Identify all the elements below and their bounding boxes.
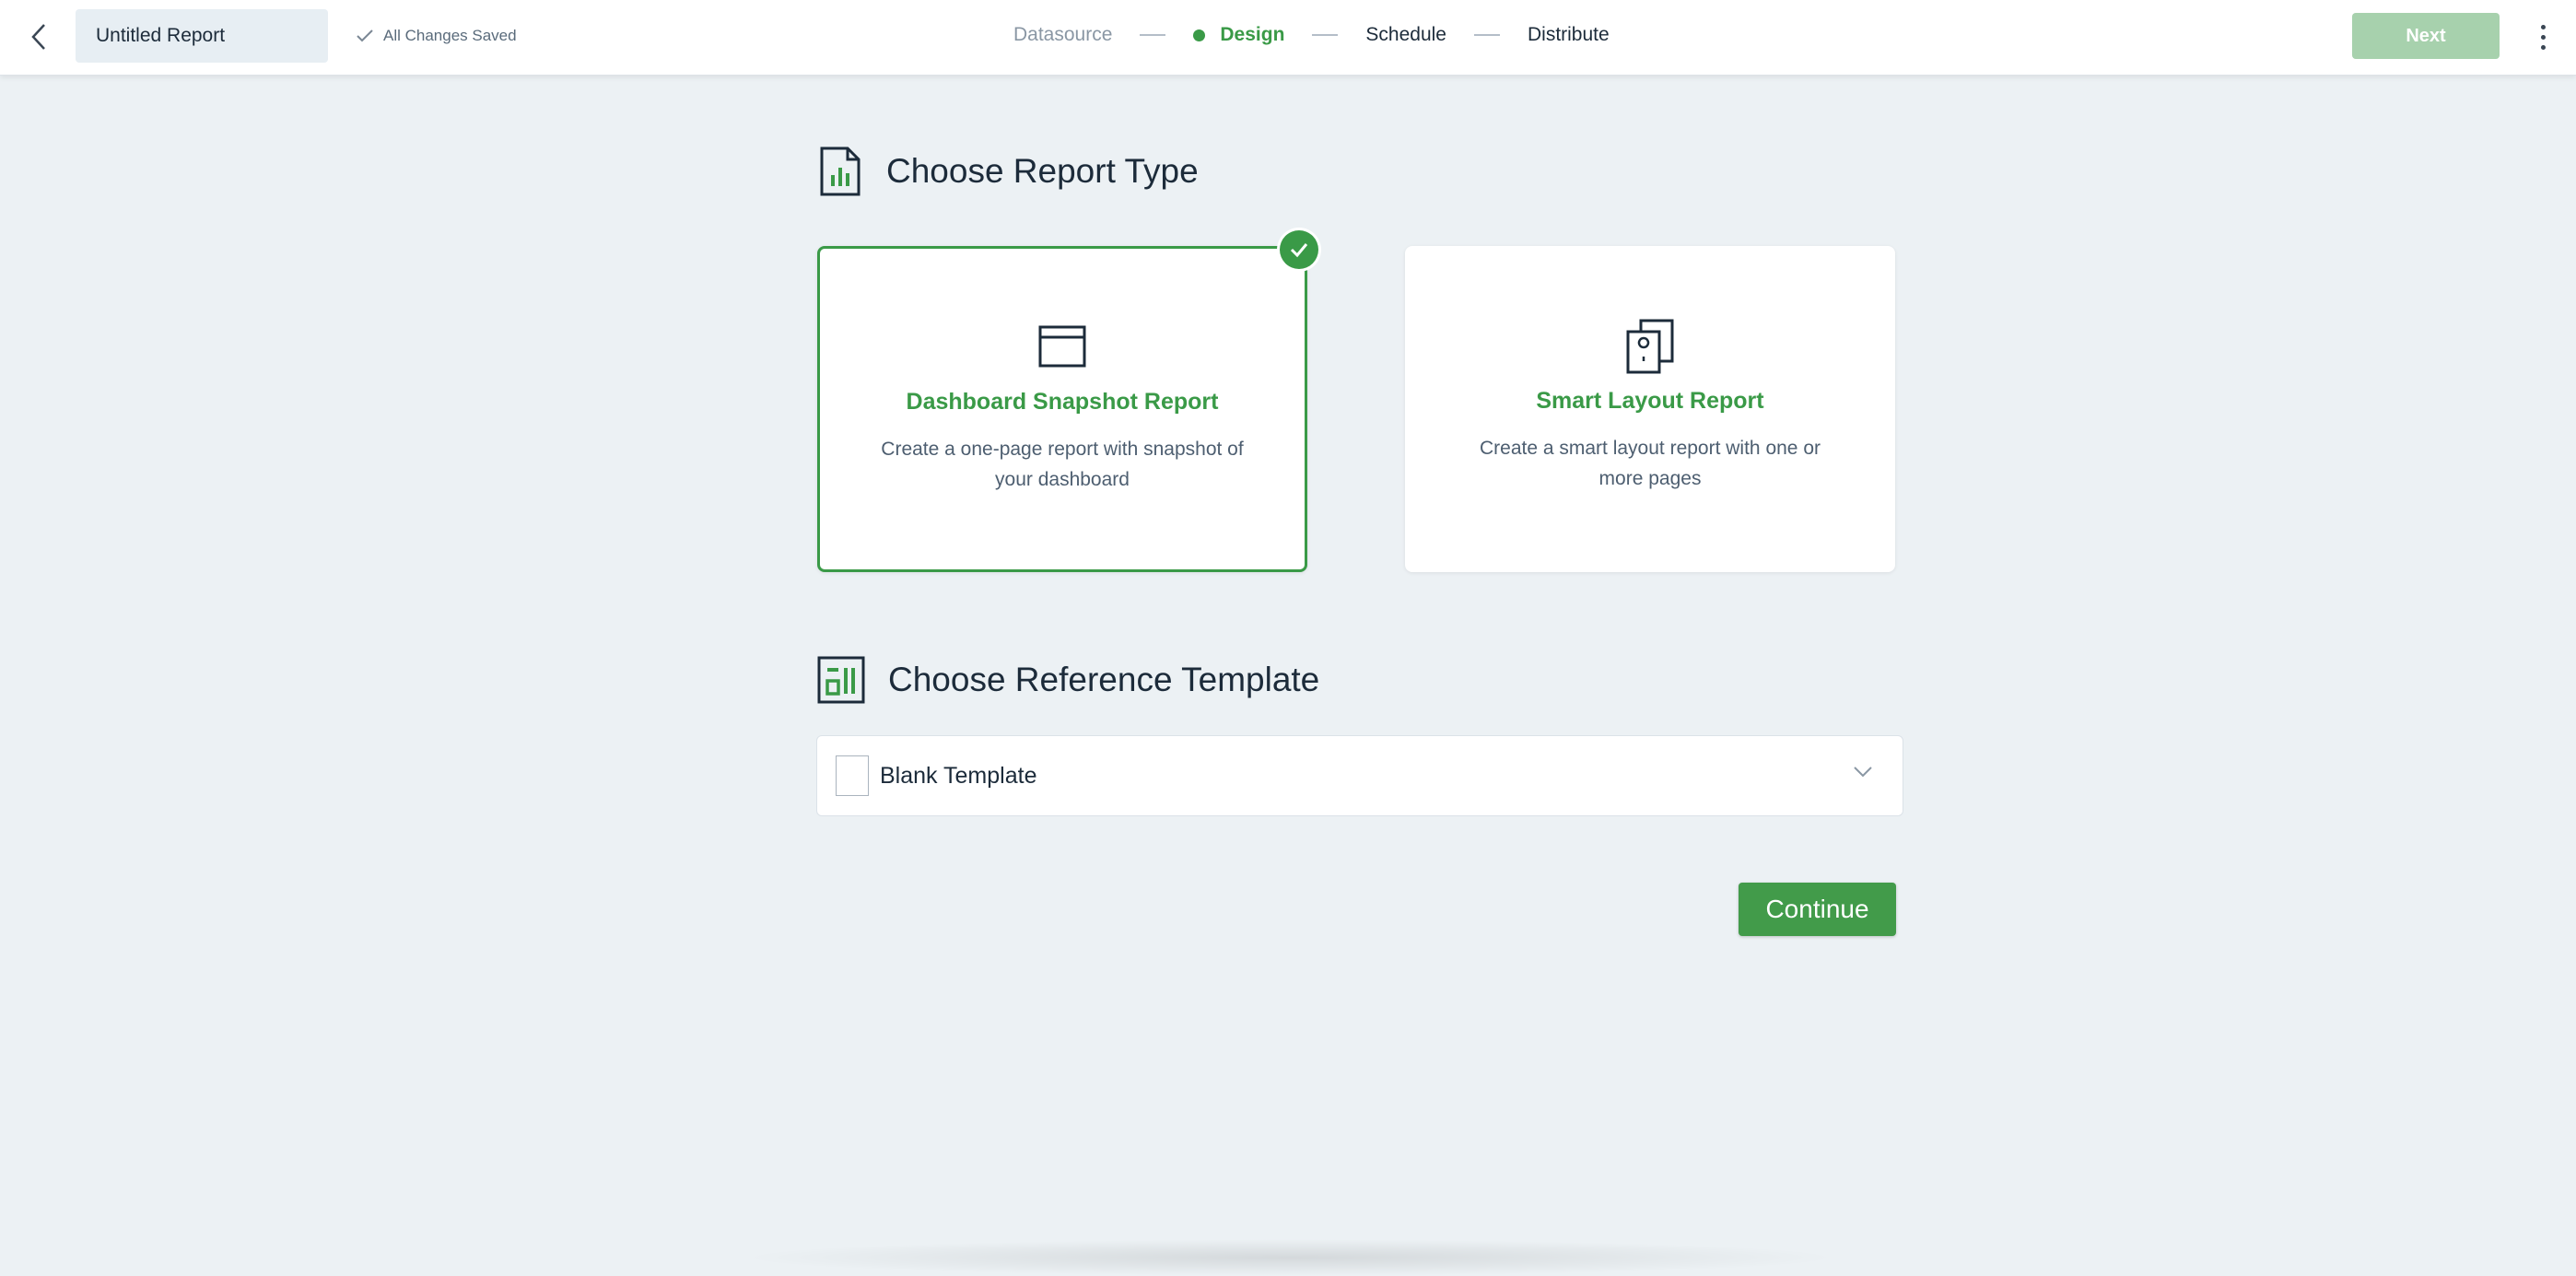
card-description: Create a smart layout report with one or… xyxy=(1479,438,1821,489)
step-datasource-label: Datasource xyxy=(1013,24,1113,45)
chevron-down-icon xyxy=(1854,767,1872,778)
template-thumbnail xyxy=(836,755,869,796)
report-title-field[interactable]: Untitled Report xyxy=(76,9,328,63)
save-status: All Changes Saved xyxy=(356,22,517,50)
back-button[interactable] xyxy=(20,17,57,57)
card-description: Create a one-page report with snapshot o… xyxy=(881,439,1244,490)
more-dot xyxy=(2540,34,2546,40)
template-layout-icon xyxy=(817,656,865,704)
panel-shadow xyxy=(737,1239,1843,1276)
step-navigation: Datasource Design Schedule Distribute xyxy=(1013,18,1610,52)
save-status-text: All Changes Saved xyxy=(383,27,517,44)
continue-button[interactable]: Continue xyxy=(1739,883,1896,936)
card-title: Dashboard Snapshot Report xyxy=(906,389,1219,415)
template-selected-value: Blank Template xyxy=(880,762,1037,789)
step-design-label: Design xyxy=(1220,24,1285,45)
dashboard-snapshot-card[interactable]: Dashboard Snapshot Report Create a one-p… xyxy=(817,246,1307,572)
top-bar: Untitled Report All Changes Saved Dataso… xyxy=(0,0,2576,76)
reference-template-heading: Choose Reference Template xyxy=(816,655,1319,705)
smart-layout-card[interactable]: Smart Layout Report Create a smart layou… xyxy=(1405,246,1895,572)
stacked-pages-icon xyxy=(1626,319,1674,374)
step-divider xyxy=(1473,34,1500,36)
step-distribute-label: Distribute xyxy=(1527,24,1610,45)
selected-check-icon xyxy=(1280,230,1318,269)
step-divider xyxy=(1312,34,1339,36)
step-schedule[interactable]: Schedule xyxy=(1365,24,1446,46)
step-datasource[interactable]: Datasource xyxy=(1013,24,1112,46)
step-schedule-label: Schedule xyxy=(1365,24,1446,45)
step-divider xyxy=(1140,34,1166,36)
more-dot xyxy=(2540,24,2546,29)
card-title: Smart Layout Report xyxy=(1536,388,1764,414)
more-dot xyxy=(2540,44,2546,50)
next-button[interactable]: Next xyxy=(2352,13,2500,59)
step-distribute[interactable]: Distribute xyxy=(1528,24,1610,46)
more-options-button[interactable] xyxy=(2532,17,2554,57)
chevron-left-icon xyxy=(31,24,45,50)
step-design[interactable]: Design xyxy=(1193,24,1284,46)
report-type-heading: Choose Report Type xyxy=(818,146,1199,197)
active-step-dot xyxy=(1193,29,1206,41)
browser-window-icon xyxy=(1038,325,1086,368)
reference-template-title: Choose Reference Template xyxy=(888,661,1320,698)
checkmark-icon xyxy=(357,29,373,42)
template-dropdown[interactable]: Blank Template xyxy=(816,735,1903,816)
report-document-icon xyxy=(820,146,861,196)
report-title: Untitled Report xyxy=(96,25,226,46)
report-type-title: Choose Report Type xyxy=(886,152,1199,190)
